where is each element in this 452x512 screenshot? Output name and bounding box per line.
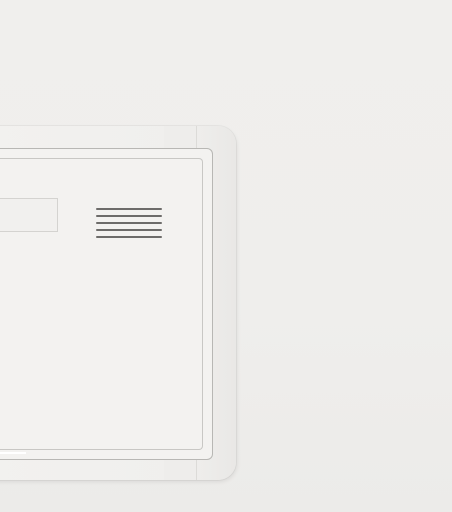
edge-highlight bbox=[0, 452, 26, 454]
vent-slot bbox=[96, 222, 162, 224]
photo-scene bbox=[0, 0, 452, 512]
vent-slot bbox=[96, 236, 162, 238]
vent-slot bbox=[96, 229, 162, 231]
vent-slot bbox=[96, 208, 162, 210]
vent-slot bbox=[96, 215, 162, 217]
label-slot bbox=[0, 198, 58, 232]
vent-slots-icon bbox=[96, 208, 162, 243]
